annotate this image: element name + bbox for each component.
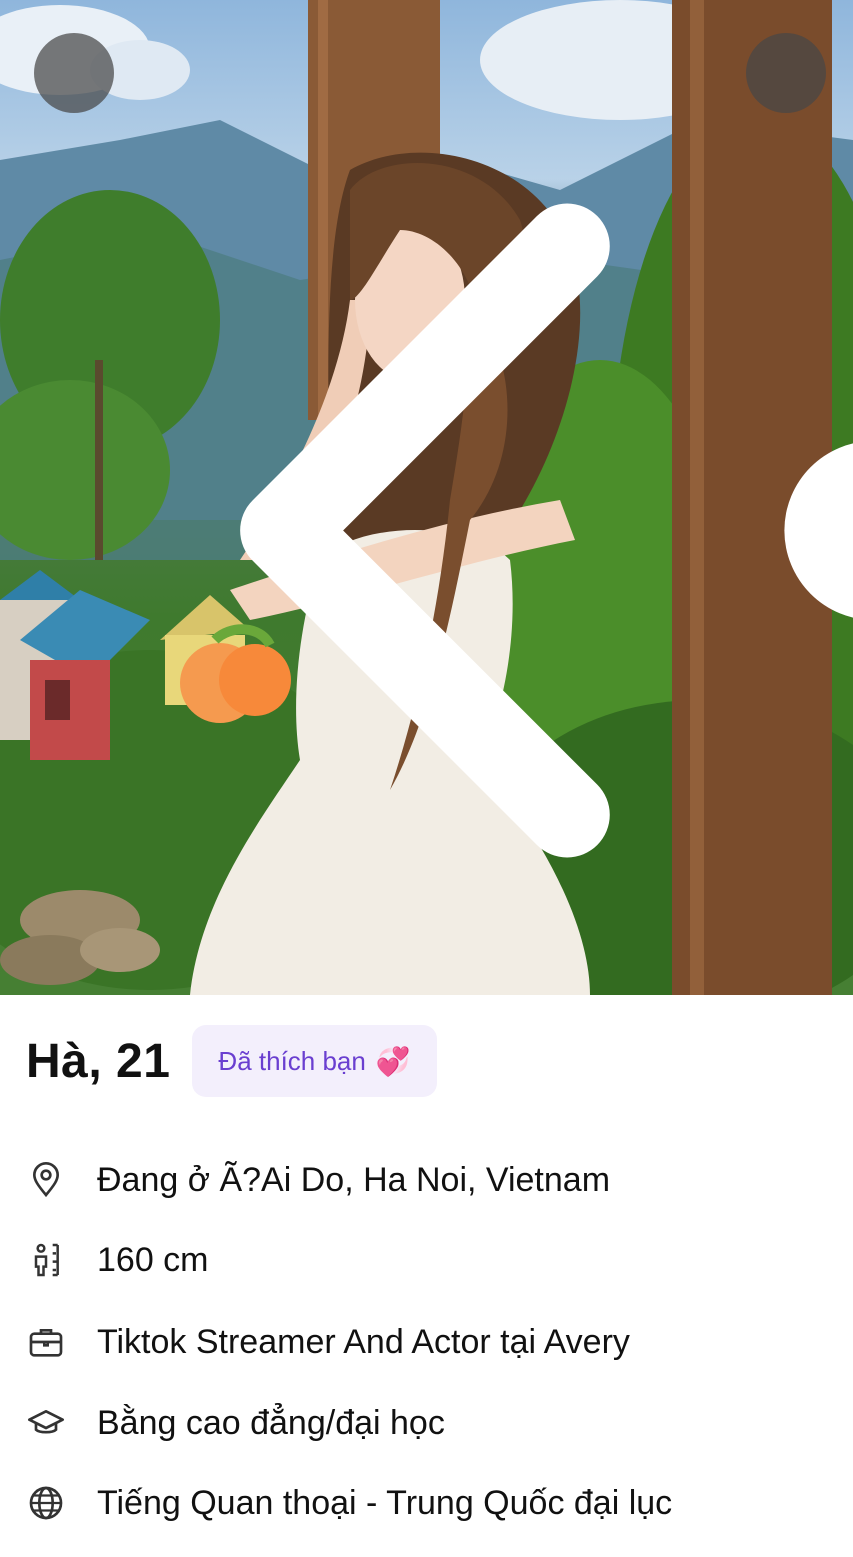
more-options-button[interactable] bbox=[746, 33, 853, 618]
name-row: Hà, 21 Đã thích bạn 💞 bbox=[26, 1025, 437, 1097]
detail-work: Tiktok Streamer And Actor tại Avery bbox=[0, 1317, 853, 1367]
more-horizontal-icon bbox=[784, 443, 853, 618]
briefcase-icon bbox=[24, 1320, 68, 1364]
graduation-cap-icon bbox=[24, 1401, 68, 1445]
detail-education: Bằng cao đẳng/đại học bbox=[0, 1398, 853, 1448]
chevron-left-icon bbox=[240, 203, 610, 858]
back-button[interactable] bbox=[34, 33, 610, 858]
detail-education-text: Bằng cao đẳng/đại học bbox=[97, 1403, 445, 1442]
name-age: Hà, 21 bbox=[26, 1034, 171, 1088]
detail-location-text: Đang ở Ã?Ai Do, Ha Noi, Vietnam bbox=[97, 1160, 611, 1199]
detail-work-text: Tiktok Streamer And Actor tại Avery bbox=[97, 1322, 630, 1361]
detail-language: Tiếng Quan thoại - Trung Quốc đại lục bbox=[0, 1478, 853, 1528]
detail-height-text: 160 cm bbox=[97, 1240, 209, 1279]
profile-info: Hà, 21 Đã thích bạn 💞 Đang ở Ã?Ai Do, Ha… bbox=[0, 995, 853, 1557]
liked-badge-label: Đã thích bạn bbox=[218, 1045, 366, 1076]
detail-height: 160 cm bbox=[0, 1235, 853, 1285]
globe-icon bbox=[24, 1481, 68, 1525]
profile-photo[interactable] bbox=[0, 0, 853, 995]
location-pin-icon bbox=[24, 1158, 68, 1202]
detail-location: Đang ở Ã?Ai Do, Ha Noi, Vietnam bbox=[0, 1155, 853, 1205]
liked-you-badge: Đã thích bạn 💞 bbox=[192, 1025, 437, 1097]
detail-language-text: Tiếng Quan thoại - Trung Quốc đại lục bbox=[97, 1483, 673, 1522]
heart-emoji-icon: 💞 bbox=[375, 1045, 411, 1077]
height-icon bbox=[24, 1238, 68, 1282]
